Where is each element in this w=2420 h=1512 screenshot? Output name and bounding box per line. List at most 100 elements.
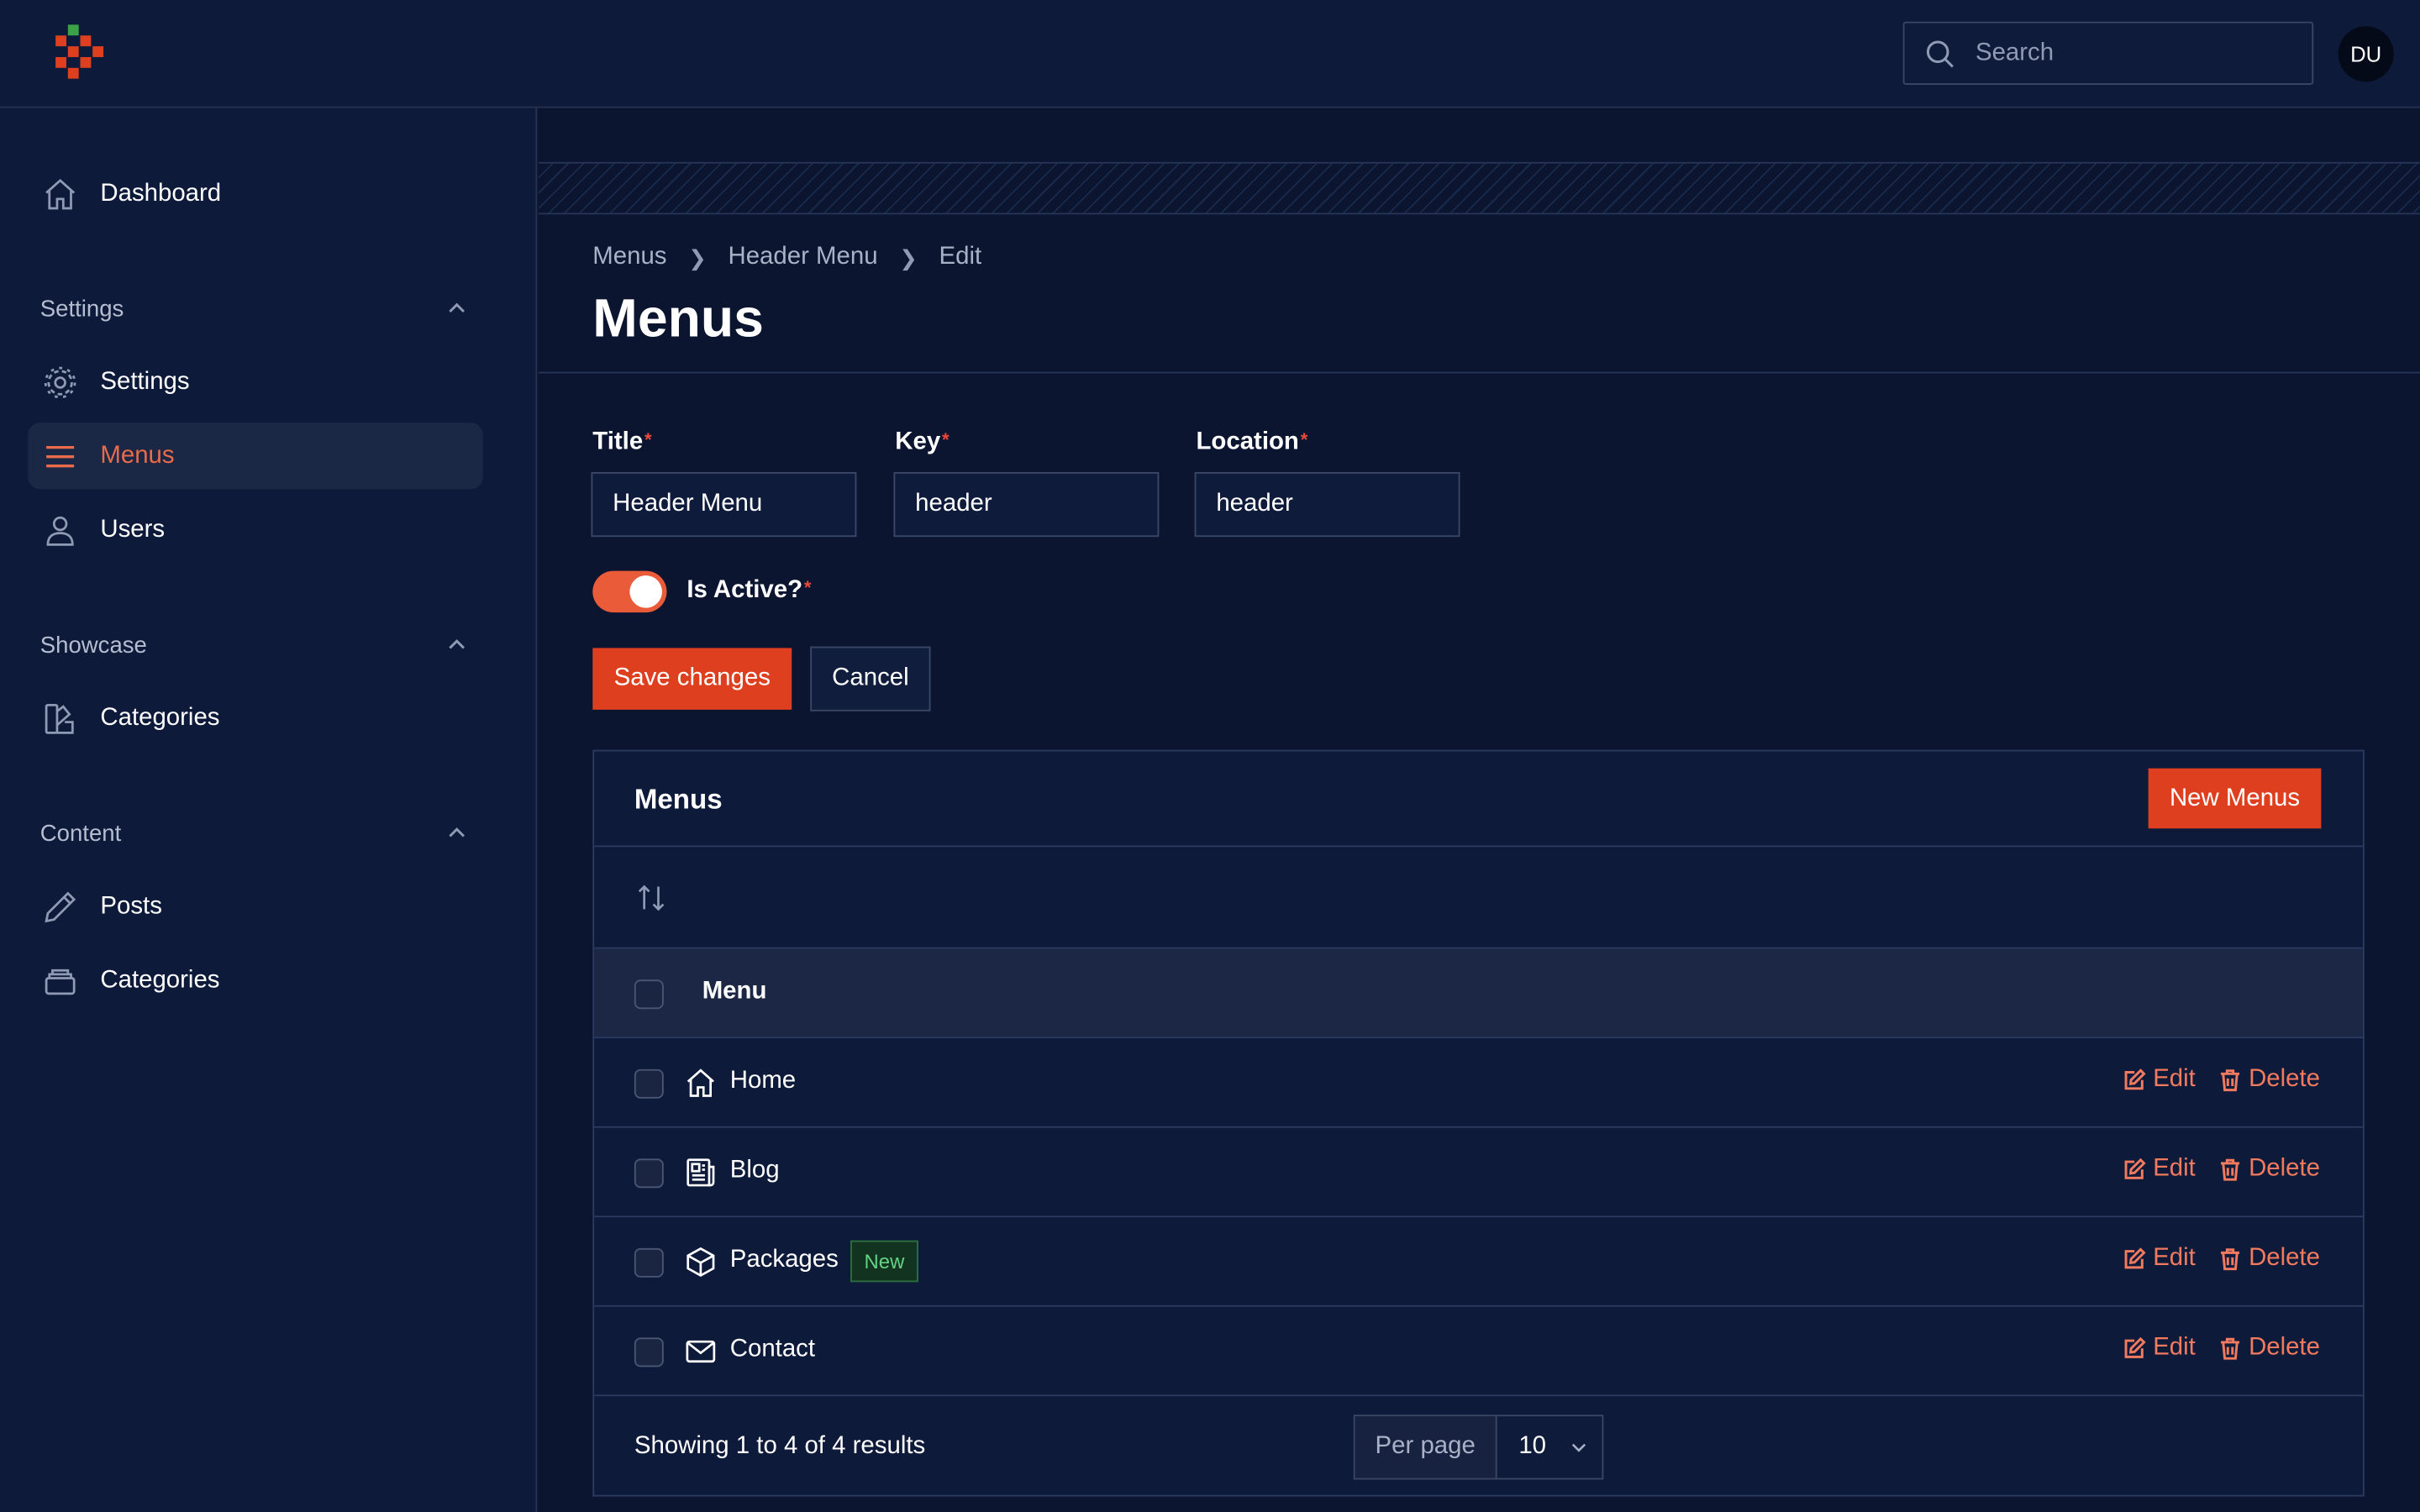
trash-icon: [2221, 1158, 2240, 1181]
gear-icon: [44, 365, 76, 398]
sidebar-item-content-categories[interactable]: Categories: [28, 948, 483, 1014]
breadcrumb: Menus ❯ Header Menu ❯ Edit: [592, 244, 981, 271]
group-label-text: Settings: [39, 295, 124, 322]
trash-icon: [2221, 1337, 2240, 1360]
sidebar-group-settings[interactable]: Settings: [40, 290, 470, 327]
title-label: Title *: [592, 429, 651, 457]
per-page-label: Per page: [1355, 1416, 1497, 1478]
table-row: Packages New Edit Delete: [594, 1217, 2363, 1307]
results-count: Showing 1 to 4 of 4 results: [634, 1433, 926, 1460]
row-label: Home: [729, 1067, 797, 1095]
key-label-text: Key: [895, 428, 941, 455]
sidebar-item-dashboard[interactable]: Dashboard: [28, 160, 483, 227]
per-page-value: 10: [1518, 1433, 1547, 1460]
menu-lines-icon: [46, 445, 75, 467]
delete-label: Delete: [2249, 1334, 2321, 1361]
envelope-icon: [686, 1340, 716, 1363]
edit-icon: [2124, 1158, 2146, 1179]
trash-icon: [2221, 1248, 2240, 1271]
avatar[interactable]: DU: [2338, 26, 2394, 82]
select-all-checkbox[interactable]: [634, 979, 664, 1010]
sidebar-group-content[interactable]: Content: [40, 815, 470, 852]
delete-button[interactable]: Delete: [2217, 1245, 2320, 1273]
row-checkbox[interactable]: [634, 1068, 664, 1099]
location-field[interactable]: [1194, 472, 1460, 538]
delete-button[interactable]: Delete: [2217, 1335, 2320, 1362]
delete-label: Delete: [2249, 1066, 2321, 1093]
edit-label: Edit: [2153, 1155, 2196, 1182]
search-box[interactable]: [1902, 21, 2314, 86]
new-menus-button[interactable]: New Menus: [2148, 768, 2322, 829]
search-input[interactable]: [1972, 37, 2281, 69]
home-icon: [687, 1068, 714, 1097]
reorder-toolbar: [594, 847, 2363, 949]
per-page-dropdown[interactable]: 10: [1497, 1416, 1602, 1478]
edit-button[interactable]: Edit: [2122, 1155, 2196, 1184]
required-mark: *: [942, 428, 950, 451]
brand-logo[interactable]: [55, 24, 105, 83]
table-footer: Showing 1 to 4 of 4 results Per page 10: [594, 1396, 2363, 1498]
page-header: Menus ❯ Header Menu ❯ Edit Menus: [539, 214, 2420, 374]
per-page-select[interactable]: Per page 10: [1353, 1415, 1604, 1480]
edit-button[interactable]: Edit: [2122, 1245, 2196, 1273]
sidebar-item-label: Users: [100, 516, 166, 543]
sidebar: Dashboard Settings Settings Menus Users …: [0, 108, 538, 1512]
main-content: Menus ❯ Header Menu ❯ Edit Menus Title * …: [539, 108, 2420, 1512]
edit-label: Edit: [2153, 1066, 2196, 1093]
hatch-banner: [539, 161, 2420, 215]
required-mark: *: [803, 576, 812, 599]
sidebar-item-showcase-categories[interactable]: Categories: [28, 685, 483, 751]
sort-arrows-icon[interactable]: [634, 881, 668, 915]
row-checkbox[interactable]: [634, 1158, 664, 1189]
save-button[interactable]: Save changes: [592, 648, 792, 710]
edit-button[interactable]: Edit: [2122, 1334, 2196, 1362]
page-title: Menus: [592, 288, 764, 349]
chevron-right-icon: ❯: [899, 244, 918, 270]
home-icon: [45, 178, 76, 209]
sidebar-group-showcase[interactable]: Showcase: [40, 627, 470, 664]
delete-button[interactable]: Delete: [2217, 1156, 2320, 1184]
table-row: Home Edit Delete: [594, 1038, 2363, 1128]
pencil-icon: [45, 890, 76, 922]
sidebar-item-posts[interactable]: Posts: [28, 874, 483, 940]
sidebar-item-label: Categories: [100, 704, 220, 731]
delete-label: Delete: [2249, 1245, 2321, 1272]
column-header-menu[interactable]: Menu: [702, 978, 767, 1005]
breadcrumb-item[interactable]: Header Menu: [728, 244, 877, 271]
sidebar-item-settings[interactable]: Settings: [28, 349, 483, 415]
location-label-text: Location: [1196, 428, 1299, 455]
delete-button[interactable]: Delete: [2217, 1066, 2320, 1094]
sidebar-item-label: Menus: [100, 442, 175, 469]
row-label: Packages: [729, 1247, 839, 1273]
panel-title: Menus: [634, 784, 723, 815]
user-icon: [46, 515, 74, 545]
title-field[interactable]: [591, 472, 857, 538]
status-badge: New: [850, 1240, 918, 1283]
row-label: Blog: [729, 1157, 780, 1184]
row-checkbox[interactable]: [634, 1247, 664, 1278]
title-label-text: Title: [592, 428, 644, 455]
swatch-icon: [45, 703, 74, 733]
edit-label: Edit: [2153, 1245, 2196, 1272]
sidebar-item-users[interactable]: Users: [28, 496, 483, 563]
edit-button[interactable]: Edit: [2122, 1066, 2196, 1094]
is-active-toggle[interactable]: [592, 570, 667, 613]
sidebar-item-label: Dashboard: [100, 179, 222, 207]
sidebar-item-menus[interactable]: Menus: [28, 423, 483, 490]
chevron-up-icon: [449, 827, 465, 837]
cancel-button[interactable]: Cancel: [810, 646, 931, 711]
breadcrumb-item[interactable]: Menus: [592, 244, 666, 271]
cube-icon: [687, 1247, 715, 1277]
key-field[interactable]: [893, 472, 1160, 538]
edit-label: Edit: [2153, 1334, 2196, 1361]
group-label-text: Content: [39, 820, 122, 847]
chevron-down-icon: [1571, 1443, 1586, 1452]
chevron-up-icon: [449, 639, 465, 649]
row-label: Contact: [729, 1336, 816, 1362]
table-row: Blog Edit Delete: [594, 1128, 2363, 1218]
search-icon: [1926, 39, 1954, 67]
breadcrumb-item: Edit: [939, 244, 982, 270]
chevron-right-icon: ❯: [688, 244, 707, 270]
is-active-label-text: Is Active?: [687, 576, 803, 604]
row-checkbox[interactable]: [634, 1337, 664, 1368]
